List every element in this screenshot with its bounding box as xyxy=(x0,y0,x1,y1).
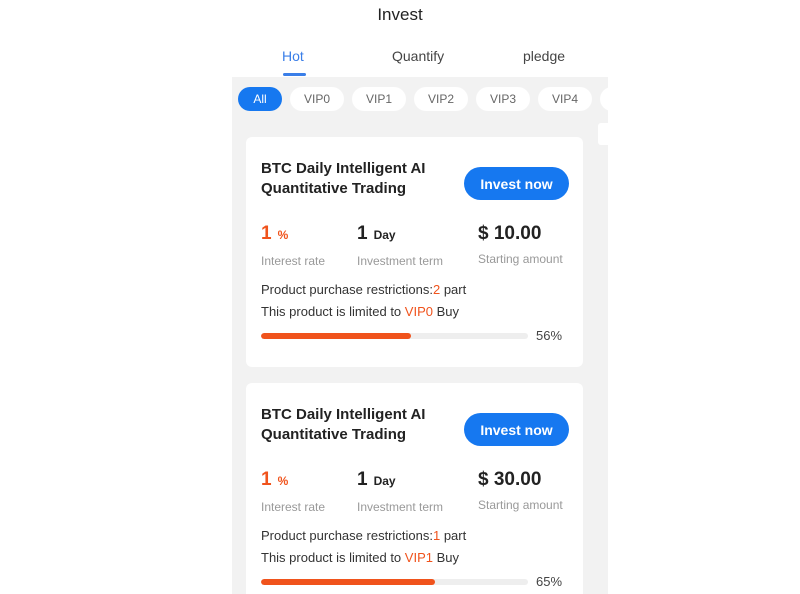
tab-quantify[interactable]: Quantify xyxy=(392,48,444,64)
filter-vip0[interactable]: VIP0 xyxy=(290,87,344,111)
progress-percent: 56% xyxy=(536,328,563,343)
tab-bar: Hot Quantify pledge xyxy=(232,48,608,76)
progress-bar xyxy=(261,579,528,585)
term-label: Investment term xyxy=(357,254,444,268)
vip-limit: This product is limited to VIP0 Buy xyxy=(261,304,459,319)
term-value: 1 xyxy=(357,469,368,490)
investment-term-stat: 1 Day Investment term xyxy=(357,223,443,268)
scroll-indicator xyxy=(598,123,608,145)
interest-rate-stat: 1% Interest rate xyxy=(261,223,325,268)
limit-prefix: This product is limited to xyxy=(261,304,405,319)
invest-now-button[interactable]: Invest now xyxy=(464,167,569,200)
progress-fill xyxy=(261,333,411,339)
progress-percent: 65% xyxy=(536,574,563,589)
product-title: BTC Daily Intelligent AI Quantitative Tr… xyxy=(261,160,426,197)
restriction-suffix: part xyxy=(440,528,467,543)
tab-active-indicator xyxy=(283,73,306,76)
product-card: BTC Daily Intelligent AI Quantitative Tr… xyxy=(246,137,583,367)
limit-prefix: This product is limited to xyxy=(261,550,405,565)
term-label: Investment term xyxy=(357,500,444,514)
amount-value: $ 10.00 xyxy=(478,223,542,244)
starting-amount-stat: $ 10.00 Starting amount xyxy=(478,223,563,266)
product-title: BTC Daily Intelligent AI Quantitative Tr… xyxy=(261,406,426,443)
amount-value: $ 30.00 xyxy=(478,469,542,490)
progress-bar xyxy=(261,333,528,339)
page-title: Invest xyxy=(377,5,423,24)
rate-label: Interest rate xyxy=(261,254,326,268)
product-card: BTC Daily Intelligent AI Quantitative Tr… xyxy=(246,383,583,594)
amount-label: Starting amount xyxy=(478,252,563,266)
amount-label: Starting amount xyxy=(478,498,563,512)
filter-all[interactable]: All xyxy=(238,87,282,111)
limit-suffix: Buy xyxy=(432,550,459,565)
restriction-prefix: Product purchase restrictions: xyxy=(261,282,433,297)
rate-value: 1 xyxy=(261,469,272,490)
interest-rate-stat: 1% Interest rate xyxy=(261,469,325,514)
filter-vip3[interactable]: VIP3 xyxy=(476,87,530,111)
filter-vip1[interactable]: VIP1 xyxy=(352,87,406,111)
restriction-suffix: part xyxy=(440,282,467,297)
starting-amount-stat: $ 30.00 Starting amount xyxy=(478,469,563,512)
filter-vip4[interactable]: VIP4 xyxy=(538,87,592,111)
progress-fill xyxy=(261,579,435,585)
purchase-restriction: Product purchase restrictions:1 part xyxy=(261,528,466,543)
vip-filter-bar: All VIP0 VIP1 VIP2 VIP3 VIP4 xyxy=(238,87,608,111)
purchase-restriction: Product purchase restrictions:2 part xyxy=(261,282,466,297)
limit-level: VIP0 xyxy=(404,304,433,319)
invest-now-button[interactable]: Invest now xyxy=(464,413,569,446)
vip-limit: This product is limited to VIP1 Buy xyxy=(261,550,459,565)
tab-hot[interactable]: Hot xyxy=(282,48,304,64)
rate-unit: % xyxy=(277,474,289,488)
term-unit: Day xyxy=(373,228,396,242)
term-unit: Day xyxy=(373,474,396,488)
invest-panel: All VIP0 VIP1 VIP2 VIP3 VIP4 BTC Daily I… xyxy=(232,77,608,594)
investment-term-stat: 1 Day Investment term xyxy=(357,469,443,514)
term-value: 1 xyxy=(357,223,368,244)
rate-unit: % xyxy=(277,228,289,242)
rate-label: Interest rate xyxy=(261,500,326,514)
restriction-prefix: Product purchase restrictions: xyxy=(261,528,433,543)
filter-overflow-chip[interactable] xyxy=(600,87,608,111)
limit-level: VIP1 xyxy=(404,550,433,565)
tab-pledge[interactable]: pledge xyxy=(523,48,565,64)
rate-value: 1 xyxy=(261,223,272,244)
limit-suffix: Buy xyxy=(432,304,459,319)
filter-vip2[interactable]: VIP2 xyxy=(414,87,468,111)
